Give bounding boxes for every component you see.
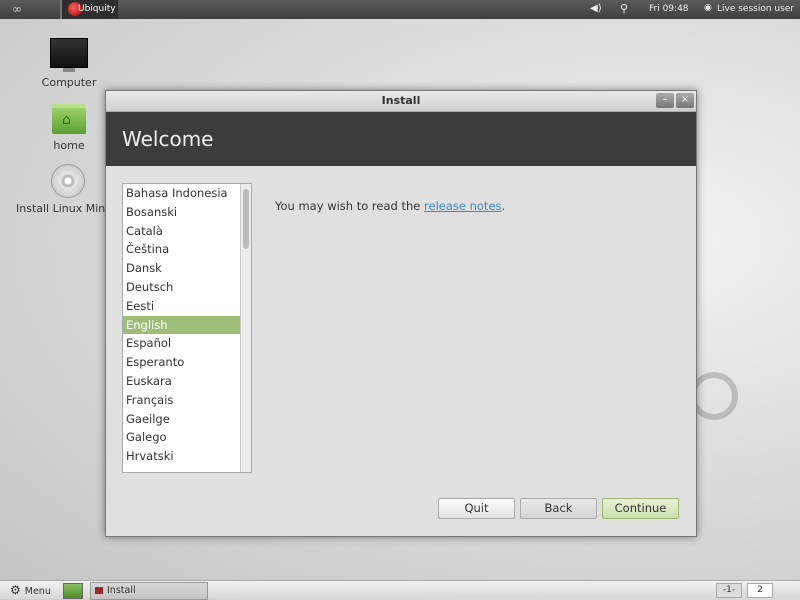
show-desktop-icon[interactable] — [63, 583, 83, 599]
workspace-2[interactable]: 2 — [747, 583, 773, 598]
release-notes-text: You may wish to read the release notes. — [275, 199, 505, 213]
bottom-panel: ⚙ Menu Install -1- 2 — [0, 580, 800, 600]
language-item[interactable]: Deutsch — [123, 278, 251, 297]
desktop-icon-home[interactable]: ⌂ home — [36, 104, 102, 152]
session-user[interactable]: Live session user — [717, 4, 794, 14]
desktop-icon-label: home — [53, 139, 85, 152]
notes-prefix: You may wish to read the — [275, 199, 425, 213]
taskbar-item-install[interactable]: Install — [90, 582, 208, 600]
volume-icon[interactable]: ◀) — [590, 3, 602, 14]
back-button[interactable]: Back — [520, 498, 597, 519]
scrollbar-thumb[interactable] — [243, 189, 249, 249]
window-title: Install — [381, 94, 421, 107]
notes-suffix: . — [501, 199, 506, 213]
language-item[interactable]: Hrvatski — [123, 447, 251, 466]
minimize-button[interactable]: – — [656, 93, 674, 108]
language-item[interactable]: Eesti — [123, 297, 251, 316]
wallpaper-logo-icon — [690, 372, 738, 420]
active-app-label: Ubiquity — [78, 4, 116, 14]
network-icon[interactable]: ⚲ — [620, 2, 628, 15]
house-icon: ⌂ — [62, 112, 71, 128]
active-app-tab[interactable]: Ubiquity — [60, 0, 118, 19]
monitor-icon — [50, 38, 88, 72]
release-notes-link[interactable]: release notes — [424, 199, 502, 213]
install-window: Install – × Welcome Bahasa Indonesia Bosa… — [105, 90, 697, 537]
continue-button[interactable]: Continue — [602, 498, 679, 519]
language-item[interactable]: Euskara — [123, 372, 251, 391]
workspace-1[interactable]: -1- — [716, 583, 742, 598]
language-item[interactable]: Bahasa Indonesia — [123, 184, 251, 203]
language-list[interactable]: Bahasa Indonesia Bosanski Català Čeština Dan… — [122, 183, 252, 473]
mint-logo-icon[interactable]: ∞ — [12, 2, 22, 16]
language-item[interactable]: Esperanto — [123, 353, 251, 372]
top-panel: ∞ Ubiquity ◀) ⚲ Fri 09:48 ◉ Live session… — [0, 0, 800, 19]
menu-label: Menu — [24, 586, 51, 597]
language-item[interactable]: Galego — [123, 428, 251, 447]
desktop-icon-computer[interactable]: Computer — [36, 38, 102, 89]
language-item[interactable]: Čeština — [123, 240, 251, 259]
language-item[interactable]: Bosanski — [123, 203, 251, 222]
window-titlebar[interactable]: Install – × — [106, 91, 696, 112]
language-item[interactable]: Català — [123, 222, 251, 241]
welcome-banner: Welcome — [106, 112, 696, 166]
language-list-scrollbar[interactable] — [240, 184, 251, 472]
desktop-icon-label: Computer — [41, 76, 97, 89]
language-item[interactable]: Español — [123, 334, 251, 353]
user-session-icon[interactable]: ◉ — [704, 3, 712, 13]
quit-button[interactable]: Quit — [438, 498, 515, 519]
language-item[interactable]: Français — [123, 391, 251, 410]
language-item[interactable]: English — [123, 315, 251, 335]
language-item[interactable]: Dansk — [123, 259, 251, 278]
home-folder-icon: ⌂ — [52, 104, 86, 134]
disc-icon — [51, 164, 85, 198]
close-button[interactable]: × — [676, 93, 694, 108]
language-item[interactable]: Gaeilge — [123, 410, 251, 429]
clock[interactable]: Fri 09:48 — [649, 4, 689, 14]
installer-task-icon — [95, 587, 103, 594]
menu-button[interactable]: ⚙ Menu — [10, 583, 51, 597]
gear-icon: ⚙ — [10, 583, 21, 597]
task-label: Install — [107, 585, 136, 596]
